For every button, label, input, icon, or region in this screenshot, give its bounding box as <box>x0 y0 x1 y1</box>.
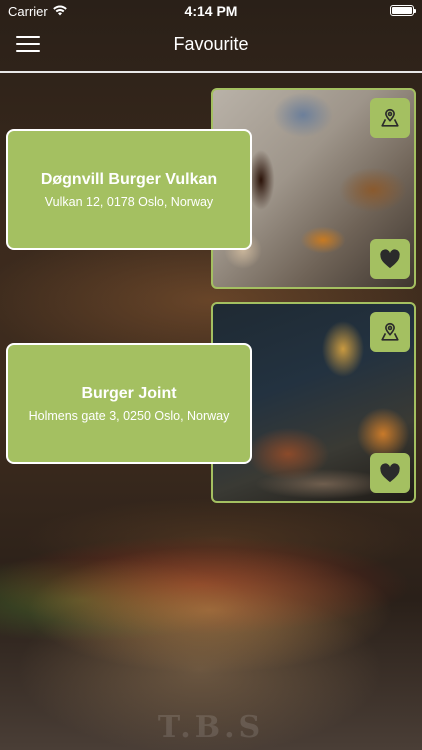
heart-icon <box>380 249 400 269</box>
heart-icon <box>380 463 400 483</box>
restaurant-info-box[interactable]: Burger Joint Holmens gate 3, 0250 Oslo, … <box>6 343 252 464</box>
map-location-button[interactable] <box>370 98 410 138</box>
page-title: Favourite <box>173 34 249 54</box>
favourite-button[interactable] <box>370 453 410 493</box>
restaurant-address: Holmens gate 3, 0250 Oslo, Norway <box>28 409 230 423</box>
favourite-button[interactable] <box>370 239 410 279</box>
map-pin-icon <box>381 108 399 127</box>
background-photo-watermark: T.B.S <box>157 710 265 745</box>
status-bar: Carrier 4:14 PM <box>0 0 422 22</box>
restaurant-name: Døgnvill Burger Vulkan <box>40 171 218 188</box>
restaurant-info-box[interactable]: Døgnvill Burger Vulkan Vulkan 12, 0178 O… <box>6 129 252 250</box>
navigation-bar: Favourite <box>0 22 422 70</box>
map-pin-icon <box>381 322 399 341</box>
nav-divider <box>0 71 422 73</box>
restaurant-name: Burger Joint <box>81 385 177 402</box>
restaurant-address: Vulkan 12, 0178 Oslo, Norway <box>44 195 214 209</box>
app-screen: T.B.S Carrier 4:14 PM Favourite Døgnvill… <box>0 0 422 750</box>
battery-icon <box>390 5 416 16</box>
map-location-button[interactable] <box>370 312 410 352</box>
status-time: 4:14 PM <box>184 3 238 19</box>
